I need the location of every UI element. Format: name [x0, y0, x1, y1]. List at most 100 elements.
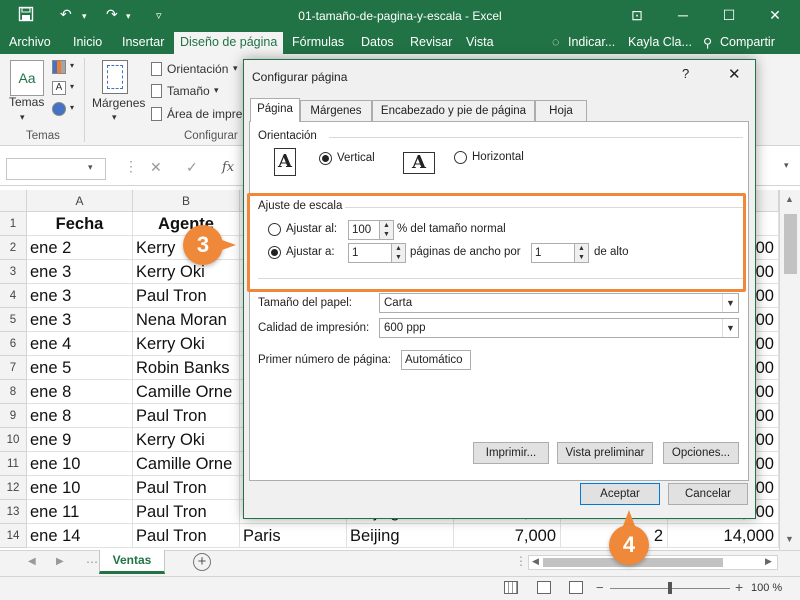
tab-diseno-pagina[interactable]: Diseño de página — [174, 32, 284, 54]
sheet-tab-ventas[interactable]: Ventas — [99, 550, 165, 574]
cancel-entry-icon[interactable]: ✕ — [150, 159, 162, 176]
vertical-radio[interactable] — [319, 152, 332, 165]
tab-revisar[interactable]: Revisar — [410, 35, 452, 49]
fonts-dropdown-icon[interactable]: ▾ — [70, 82, 74, 91]
tab-vista[interactable]: Vista — [466, 35, 494, 49]
page-break-view-icon[interactable] — [569, 581, 583, 594]
cancel-button[interactable]: Cancelar — [668, 483, 748, 505]
split-handle-icon[interactable]: ⋮ — [515, 554, 527, 568]
column-header-a[interactable]: A — [27, 190, 133, 212]
dialog-close-icon[interactable]: ✕ — [728, 65, 741, 83]
row-header[interactable]: 4 — [0, 284, 27, 308]
next-sheet-icon[interactable]: ▶ — [56, 556, 64, 567]
zoom-out-icon[interactable]: − — [596, 580, 604, 595]
cell-b[interactable]: Paul Tron — [133, 476, 240, 500]
print-area-icon[interactable] — [151, 107, 162, 121]
confirm-entry-icon[interactable]: ✓ — [186, 159, 198, 176]
print-area-button[interactable]: Área de impre — [167, 107, 242, 121]
tab-datos[interactable]: Datos — [361, 35, 394, 49]
row-header[interactable]: 7 — [0, 356, 27, 380]
cell-a[interactable]: ene 8 — [27, 404, 133, 428]
print-button[interactable]: Imprimir... — [473, 442, 549, 464]
vertical-scrollbar[interactable]: ▲ ▼ — [779, 190, 800, 550]
zoom-level[interactable]: 100 % — [751, 582, 782, 594]
maximize-icon[interactable]: ☐ — [714, 4, 744, 26]
cell-a[interactable]: ene 14 — [27, 524, 133, 548]
themes-dropdown-icon[interactable]: ▾ — [20, 112, 25, 123]
horizontal-label[interactable]: Horizontal — [472, 151, 524, 163]
name-box-dropdown-icon[interactable]: ▾ — [88, 162, 93, 173]
size-icon[interactable] — [151, 84, 162, 98]
vertical-scroll-thumb[interactable] — [784, 214, 797, 274]
themes-button[interactable]: Temas — [9, 95, 44, 109]
horizontal-scrollbar[interactable]: ◀ ▶ — [528, 555, 778, 570]
sheet-menu-icon[interactable]: ⋯ — [86, 555, 98, 569]
add-sheet-icon[interactable]: + — [193, 553, 211, 571]
colors-icon[interactable] — [52, 60, 66, 74]
help-button[interactable]: ? — [682, 66, 689, 81]
normal-view-icon[interactable] — [504, 581, 518, 594]
row-header[interactable]: 8 — [0, 380, 27, 404]
tab-margenes[interactable]: Márgenes — [300, 100, 372, 121]
tab-hoja[interactable]: Hoja — [535, 100, 587, 121]
row-header[interactable]: 11 — [0, 452, 27, 476]
tab-archivo[interactable]: Archivo — [9, 35, 51, 49]
cell-e[interactable]: 7,000 — [454, 524, 561, 548]
accept-button[interactable]: Aceptar — [580, 483, 660, 505]
fonts-icon[interactable]: A — [52, 81, 66, 95]
row-header[interactable]: 10 — [0, 428, 27, 452]
cell-a[interactable]: ene 11 — [27, 500, 133, 524]
size-dropdown-icon[interactable]: ▾ — [214, 85, 219, 96]
select-all-corner[interactable] — [0, 190, 27, 212]
tab-formulas[interactable]: Fórmulas — [292, 35, 344, 49]
cell-a[interactable]: ene 4 — [27, 332, 133, 356]
tab-encabezado[interactable]: Encabezado y pie de página — [372, 100, 535, 121]
column-header-b[interactable]: B — [133, 190, 240, 212]
cell-b[interactable]: Robin Banks — [133, 356, 240, 380]
margins-button[interactable]: Márgenes — [92, 96, 145, 110]
cell-b[interactable]: Camille Orne — [133, 452, 240, 476]
cell-b[interactable]: Kerry Oki — [133, 428, 240, 452]
scroll-left-icon[interactable]: ◀ — [532, 556, 539, 567]
minimize-icon[interactable]: ─ — [668, 4, 698, 26]
first-page-input[interactable]: Automático — [401, 350, 471, 370]
prev-sheet-icon[interactable]: ◀ — [28, 556, 36, 567]
scroll-up-icon[interactable]: ▲ — [785, 194, 794, 204]
cell-a[interactable]: ene 3 — [27, 284, 133, 308]
horizontal-radio[interactable] — [454, 151, 467, 164]
close-icon[interactable]: ✕ — [760, 4, 790, 26]
options-button[interactable]: Opciones... — [663, 442, 739, 464]
row-header[interactable]: 12 — [0, 476, 27, 500]
scroll-right-icon[interactable]: ▶ — [765, 556, 772, 567]
row-header[interactable]: 2 — [0, 236, 27, 260]
cell-b[interactable]: Camille Orne — [133, 380, 240, 404]
orientation-dropdown-icon[interactable]: ▾ — [233, 63, 238, 74]
paper-size-dropdown-icon[interactable]: ▼ — [722, 294, 738, 312]
effects-dropdown-icon[interactable]: ▾ — [70, 103, 74, 112]
cell-b[interactable]: Nena Moran — [133, 308, 240, 332]
tab-insertar[interactable]: Insertar — [122, 35, 164, 49]
themes-icon[interactable]: Aa — [10, 60, 44, 96]
cell-a[interactable]: ene 8 — [27, 380, 133, 404]
cell-a[interactable]: ene 10 — [27, 476, 133, 500]
cell-b[interactable]: Kerry Oki — [133, 332, 240, 356]
margins-dropdown-icon[interactable]: ▾ — [112, 112, 117, 123]
paper-size-select[interactable]: Carta ▼ — [379, 293, 739, 313]
margins-icon[interactable] — [102, 60, 128, 94]
cell-a[interactable]: ene 5 — [27, 356, 133, 380]
cell-b[interactable]: Paul Tron — [133, 524, 240, 548]
cell-a[interactable]: ene 2 — [27, 236, 133, 260]
row-header[interactable]: 9 — [0, 404, 27, 428]
cell-a[interactable]: ene 10 — [27, 452, 133, 476]
colors-dropdown-icon[interactable]: ▾ — [70, 61, 74, 70]
cell-g[interactable]: 14,000 — [668, 524, 779, 548]
size-button[interactable]: Tamaño — [167, 84, 210, 98]
row-header[interactable]: 3 — [0, 260, 27, 284]
row-header[interactable]: 13 — [0, 500, 27, 524]
function-icon[interactable]: fx — [222, 160, 234, 175]
vertical-label[interactable]: Vertical — [337, 152, 375, 164]
cell-d[interactable]: Beijing — [347, 524, 454, 548]
tell-me-box[interactable]: Indicar... — [568, 35, 615, 49]
cell-b[interactable]: Paul Tron — [133, 404, 240, 428]
zoom-slider-thumb[interactable] — [668, 582, 672, 594]
